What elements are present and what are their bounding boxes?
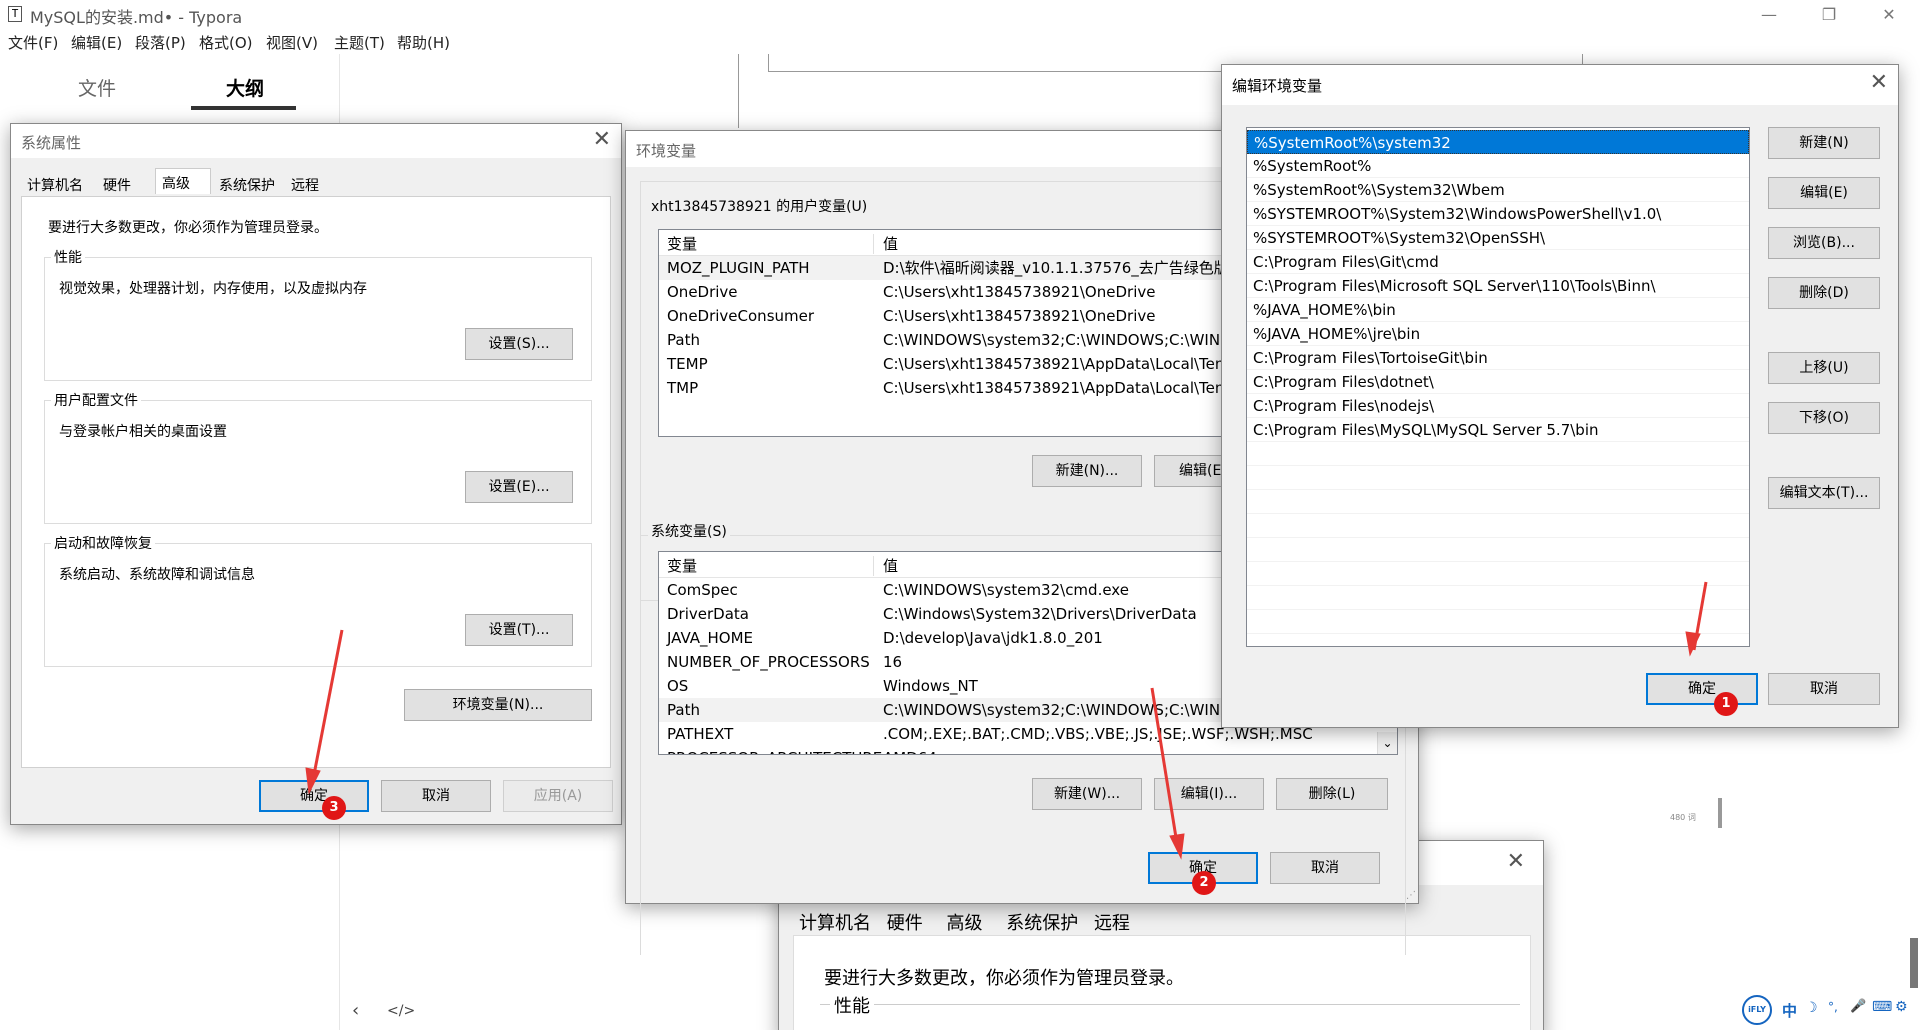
annotation-badge-2: 2 xyxy=(1192,871,1216,895)
arrow-1-head xyxy=(1685,631,1701,657)
arrow-2-head xyxy=(1169,833,1185,860)
arrow-3-head xyxy=(305,767,321,795)
arrow-3-shaft xyxy=(310,629,344,786)
arrow-2-shaft xyxy=(1150,687,1180,851)
annotation-arrows xyxy=(305,581,1708,860)
annotation-badge-1: 1 xyxy=(1714,692,1738,716)
annotation-badge-3: 3 xyxy=(322,796,346,820)
